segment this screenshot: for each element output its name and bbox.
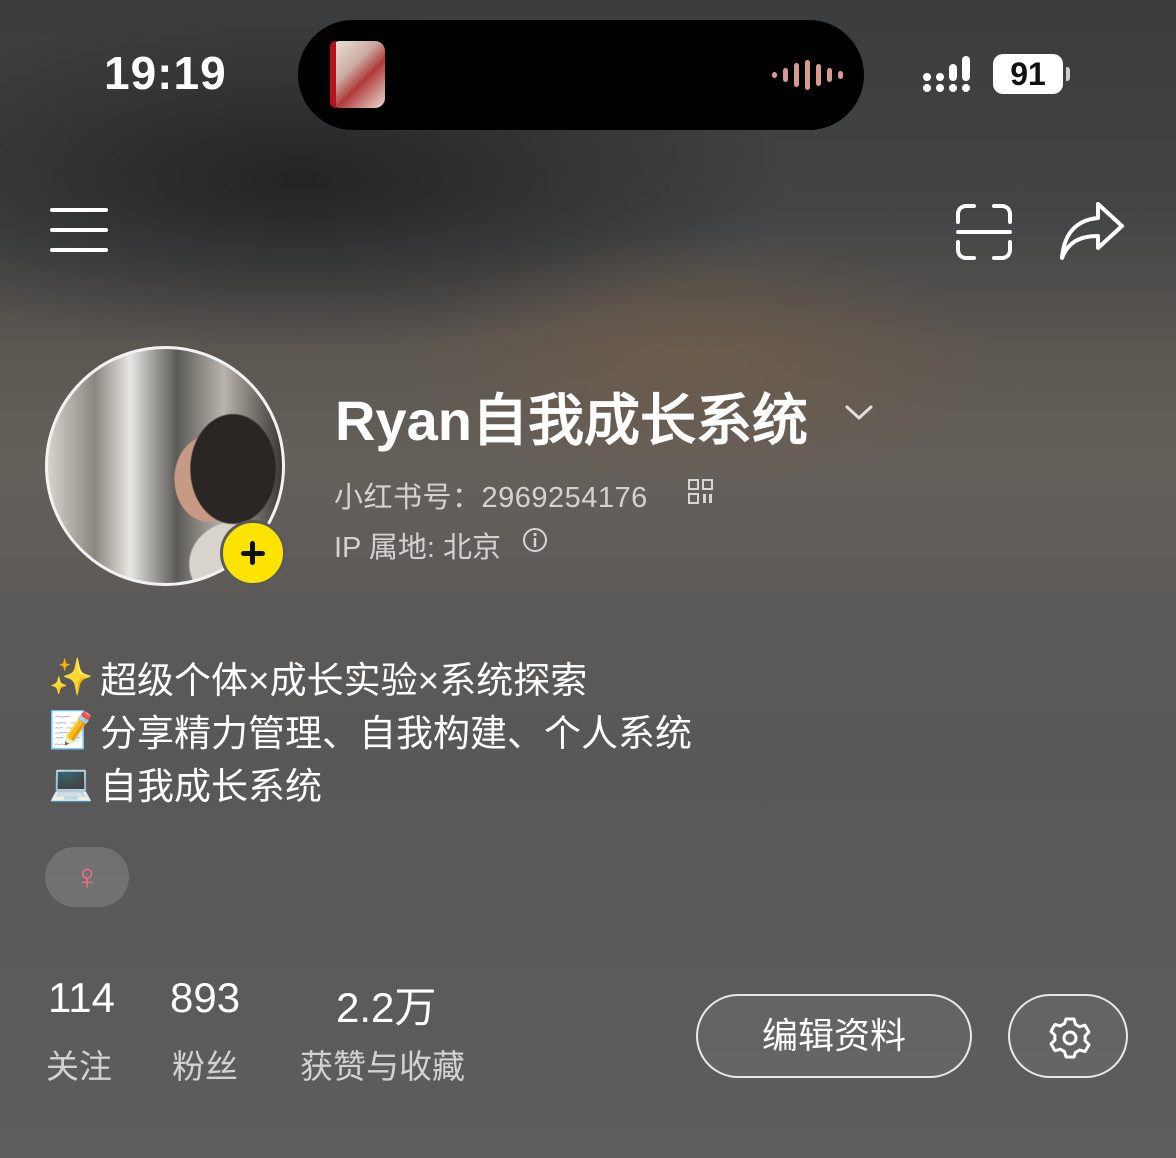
bio-text: 分享精力管理、自我构建、个人系统 [100, 713, 692, 754]
scan-icon[interactable] [954, 202, 1014, 262]
edit-profile-button[interactable]: 编辑资料 [696, 994, 972, 1078]
followers-count[interactable]: 893 [170, 974, 240, 1022]
following-label[interactable]: 关注 [46, 1040, 112, 1088]
status-time: 19:19 [104, 47, 227, 99]
share-icon[interactable] [1058, 200, 1126, 262]
info-icon[interactable] [522, 527, 548, 553]
add-avatar-button[interactable] [220, 520, 286, 586]
profile-name: Ryan自我成长系统 [335, 389, 808, 452]
laptop-icon: 💻 [48, 762, 94, 803]
battery-cap-icon [1066, 67, 1070, 81]
sparkles-icon: ✨ [48, 656, 94, 697]
bio-text: 自我成长系统 [100, 766, 322, 807]
likes-collects-label[interactable]: 获赞与收藏 [300, 1040, 465, 1088]
followers-label[interactable]: 粉丝 [172, 1040, 238, 1088]
qr-code-icon[interactable] [688, 479, 713, 504]
chevron-down-icon[interactable] [844, 402, 874, 422]
memo-icon: 📝 [48, 709, 94, 750]
menu-icon[interactable] [50, 206, 108, 254]
red-id: 小红书号：2969254176 [334, 482, 648, 514]
now-playing-album-art[interactable] [330, 41, 385, 108]
following-count[interactable]: 114 [48, 974, 115, 1022]
likes-collects-count[interactable]: 2.2万 [336, 974, 436, 1035]
gear-icon [1049, 1017, 1091, 1059]
dynamic-island[interactable] [298, 20, 864, 130]
ip-location: IP 属地: 北京 [334, 532, 502, 564]
settings-button[interactable] [1008, 994, 1128, 1078]
bio-line: 📝 分享精力管理、自我构建、个人系统 [48, 703, 692, 757]
battery-indicator: 91 [993, 54, 1063, 94]
gender-female-icon: ♀ [45, 847, 129, 907]
bio-line: 💻 自我成长系统 [48, 756, 322, 810]
audio-waveform-icon [772, 60, 843, 90]
bio-text: 超级个体×成长实验×系统探索 [100, 660, 588, 701]
bio-line: ✨ 超级个体×成长实验×系统探索 [48, 650, 588, 704]
cellular-signal-icon [923, 56, 970, 92]
